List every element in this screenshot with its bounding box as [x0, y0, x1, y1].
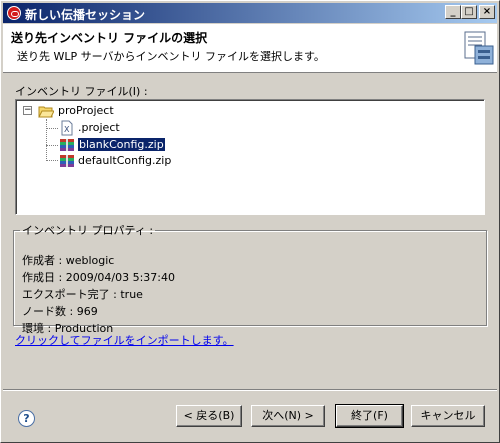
- tree-item-label: blankConfig.zip: [77, 137, 166, 152]
- tree-item-label: proProject: [58, 104, 114, 117]
- svg-text:X: X: [64, 125, 70, 134]
- window-title: 新しい伝播セッション: [25, 8, 146, 22]
- zip-archive-icon: [60, 139, 74, 151]
- wizard-banner-icon: [464, 31, 494, 65]
- inventory-file-tree[interactable]: − proProject X .project blankConfig.zip …: [15, 99, 485, 215]
- tree-connector: [46, 145, 58, 146]
- finish-button[interactable]: 終了(F): [335, 404, 404, 428]
- property-author: 作成者 : weblogic: [22, 254, 115, 267]
- cancel-button[interactable]: キャンセル: [411, 405, 485, 427]
- tree-item-blankconfig[interactable]: blankConfig.zip: [77, 137, 166, 153]
- tree-collapse-toggle[interactable]: −: [23, 106, 32, 115]
- oracle-logo-icon: [7, 6, 21, 20]
- back-button[interactable]: < 戻る(B): [176, 405, 242, 427]
- tree-item-defaultconfig[interactable]: defaultConfig.zip: [78, 153, 171, 169]
- inventory-properties-group: インベントリ プロパティ : 作成者 : weblogic 作成日 : 2009…: [13, 222, 487, 335]
- title-bar[interactable]: 新しい伝播セッション _ □ ×: [3, 3, 497, 23]
- tree-connector: [46, 119, 47, 159]
- page-title: 送り先インベントリ ファイルの選択: [11, 31, 208, 45]
- zip-archive-icon: [60, 155, 74, 167]
- next-button[interactable]: 次へ(N) >: [251, 405, 325, 427]
- maximize-button[interactable]: □: [461, 5, 477, 19]
- properties-legend: インベントリ プロパティ :: [22, 224, 154, 237]
- property-created: 作成日 : 2009/04/03 5:37:40: [22, 271, 176, 284]
- dialog-window: 新しい伝播セッション _ □ × 送り先インベントリ ファイルの選択 送り先 W…: [0, 0, 500, 443]
- tree-item-label: defaultConfig.zip: [78, 154, 172, 167]
- tree-item-label: .project: [78, 121, 120, 134]
- close-button[interactable]: ×: [479, 5, 495, 19]
- import-file-link[interactable]: クリックしてファイルをインポートします。: [15, 332, 234, 348]
- property-export-complete: エクスポート完了 : true: [22, 288, 143, 301]
- inventory-file-label: インベントリ ファイル(I) :: [15, 85, 148, 98]
- property-node-count: ノード数 : 969: [22, 305, 98, 318]
- footer-divider: [3, 389, 497, 391]
- page-description: 送り先 WLP サーバからインベントリ ファイルを選択します。: [17, 50, 325, 63]
- help-icon[interactable]: ?: [18, 410, 35, 427]
- wizard-header: 送り先インベントリ ファイルの選択 送り先 WLP サーバからインベントリ ファ…: [3, 24, 497, 73]
- file-icon: X: [61, 120, 73, 136]
- tree-item-root[interactable]: proProject: [58, 103, 114, 119]
- tree-connector: [46, 128, 58, 129]
- tree-item-project[interactable]: .project: [78, 120, 120, 136]
- minimize-button[interactable]: _: [445, 5, 461, 19]
- tree-connector: [46, 160, 58, 161]
- folder-open-icon: [38, 106, 54, 118]
